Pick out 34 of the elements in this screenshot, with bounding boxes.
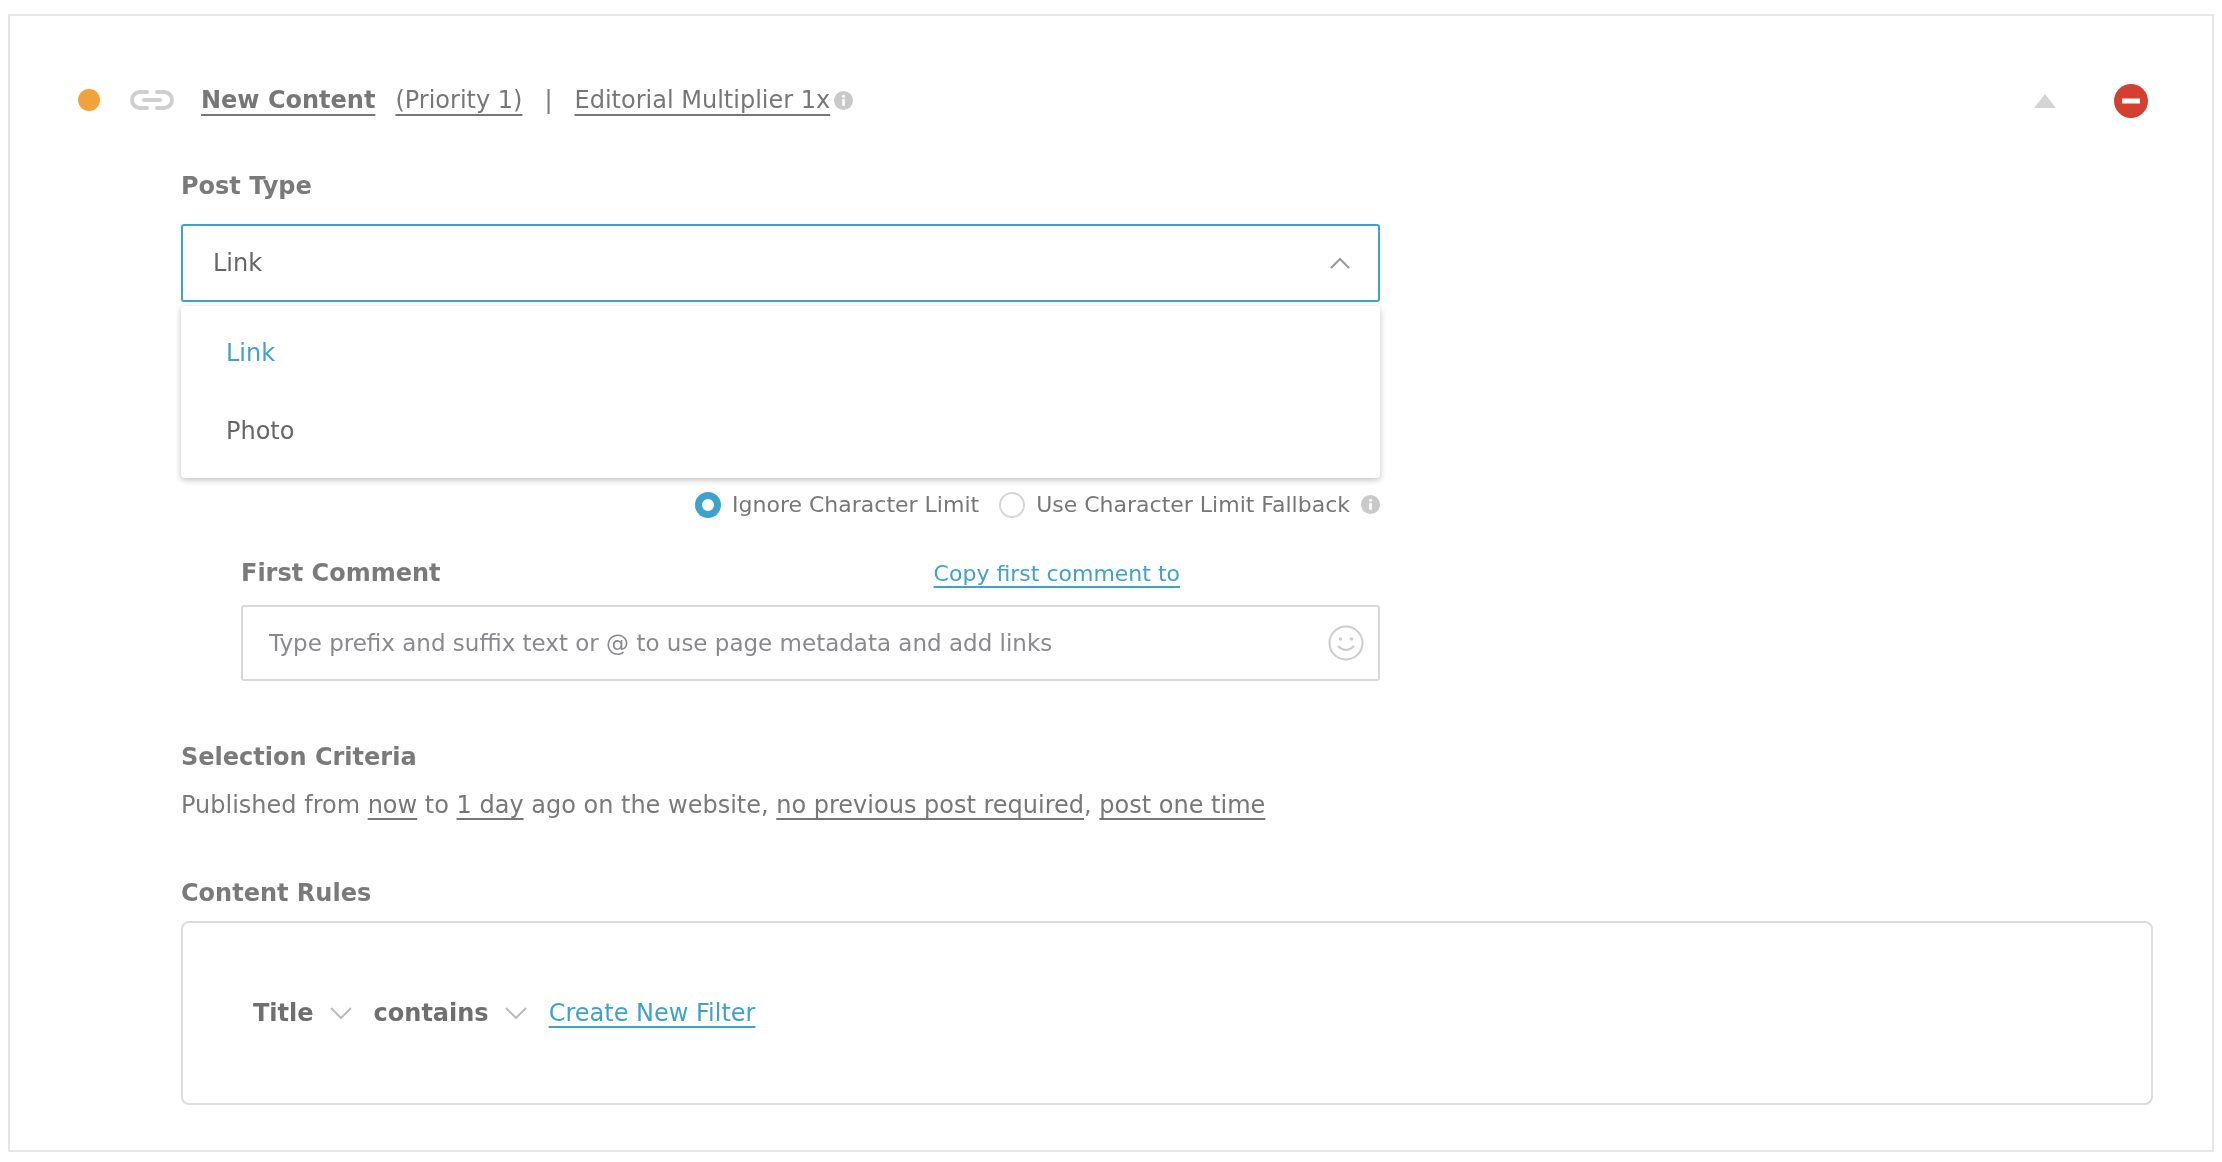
priority-link[interactable]: (Priority 1) bbox=[395, 82, 523, 118]
emoji-icon[interactable] bbox=[1328, 625, 1364, 661]
radio-button[interactable] bbox=[695, 491, 722, 518]
status-dot bbox=[78, 89, 100, 111]
collapse-triangle-icon[interactable] bbox=[2034, 94, 2056, 108]
radio-label: Ignore Character Limit bbox=[732, 491, 980, 519]
content-title-link[interactable]: New Content bbox=[201, 82, 376, 118]
criteria-link[interactable]: 1 day bbox=[456, 791, 524, 819]
separator: | bbox=[544, 85, 553, 116]
field-label: Post Type bbox=[181, 171, 313, 202]
filter-dropdown[interactable]: Title bbox=[253, 995, 314, 1031]
chain-link-icon bbox=[130, 89, 174, 111]
multiplier-link[interactable]: Editorial Multiplier 1x bbox=[574, 82, 831, 118]
dropdown-option[interactable]: Link bbox=[181, 314, 1380, 392]
create-filter-link[interactable]: Create New Filter bbox=[548, 995, 756, 1031]
copy-comment-link[interactable]: Copy first comment to bbox=[933, 556, 1180, 590]
chevron-icon[interactable] bbox=[329, 1007, 352, 1019]
field-label: First Comment bbox=[241, 558, 441, 589]
field-label: Content Rules bbox=[181, 878, 373, 909]
criteria-sentence: Published from now to 1 day ago on the website, no previous post required, post one time bbox=[181, 790, 1267, 821]
post-type-select[interactable]: Link bbox=[181, 224, 1380, 302]
chevron-icon[interactable] bbox=[504, 1007, 527, 1019]
criteria-link[interactable]: post one time bbox=[1099, 791, 1266, 819]
remove-icon[interactable] bbox=[2114, 84, 2148, 118]
radio-label: Use Character Limit Fallback bbox=[1036, 491, 1350, 519]
criteria-link[interactable]: now bbox=[367, 791, 418, 819]
dropdown-option[interactable]: Photo bbox=[181, 392, 1380, 470]
info-icon[interactable] bbox=[1361, 495, 1380, 514]
comment-input-field[interactable]: Type prefix and suffix text or @ to use page metadata and add links bbox=[241, 605, 1380, 681]
radio-button[interactable] bbox=[999, 491, 1026, 518]
filter-dropdown[interactable]: contains bbox=[373, 995, 489, 1031]
field-label: Selection Criteria bbox=[181, 742, 418, 773]
criteria-link[interactable]: no previous post required bbox=[776, 791, 1085, 819]
info-icon[interactable] bbox=[834, 90, 854, 110]
